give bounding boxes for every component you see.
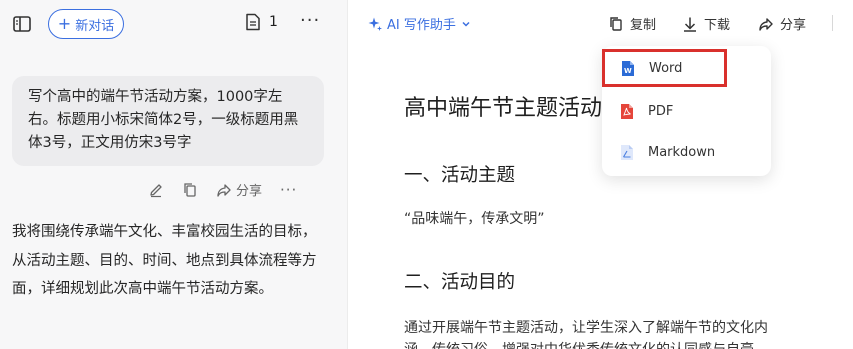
message-more-icon[interactable]: ··· [280,181,297,199]
chevron-down-icon [462,21,470,27]
section-body-1: “品味端午，传承文明” [404,211,545,227]
new-chat-label: 新对话 [75,18,115,34]
user-message-text: 写个高中的端午节活动方案，1000字左右。标题用小标宋简体2号，一级标题用黑体3… [28,89,299,151]
toolbar-divider [832,15,833,31]
document-count-button[interactable]: 1 [245,13,278,31]
menu-item-pdf[interactable]: PDF [602,91,771,131]
share-label: 分享 [780,18,807,33]
section-body-2-line-2: 涵、传统习俗，增强对中华优秀传统文化的认同感与自豪 [404,339,754,349]
menu-item-markdown-label: Markdown [648,144,716,160]
menu-item-markdown[interactable]: Markdown [602,132,771,172]
chat-sidebar: + 新对话 1 ··· 写个高中的端午节活动方案，1000字左右。标题用小标宋简… [0,0,347,349]
document-count: 1 [269,14,278,30]
download-label: 下载 [704,18,731,33]
share-message-button[interactable]: 分享 [216,180,262,199]
share-icon [217,183,231,197]
sparkle-icon [368,17,382,31]
user-message-bubble: 写个高中的端午节活动方案，1000字左右。标题用小标宋简体2号，一级标题用黑体3… [12,76,324,166]
copy-button[interactable]: 复制 [608,14,656,33]
section-heading-1: 一、活动主题 [404,165,516,186]
ai-assistant-label: AI 写作助手 [387,18,456,33]
menu-item-word[interactable]: W Word [602,49,727,87]
menu-item-word-label: Word [649,60,683,76]
more-options-icon[interactable]: ··· [300,10,320,31]
share-button[interactable]: 分享 [758,14,806,33]
copy-label: 复制 [630,18,657,33]
share-icon [759,17,773,31]
edit-button[interactable] [148,182,164,198]
ai-assistant-button[interactable]: AI 写作助手 [368,14,471,33]
share-message-label: 分享 [236,184,263,199]
plus-icon: + [57,14,72,33]
section-heading-2: 二、活动目的 [404,272,516,293]
menu-item-pdf-label: PDF [648,103,674,119]
pencil-icon [150,183,162,197]
section-body-2-line-1: 通过开展端午节主题活动，让学生深入了解端午节的文化内 [404,320,768,336]
message-actions: 分享 ··· [148,180,297,199]
document-icon [246,13,260,31]
assistant-message: 我将围绕传承端午文化、丰富校园生活的目标，从活动主题、目的、时间、地点到具体流程… [12,218,330,304]
svg-text:W: W [624,67,632,75]
copy-message-button[interactable] [182,182,198,198]
pdf-file-icon [621,103,633,119]
copy-icon [610,16,622,31]
new-chat-button[interactable]: + 新对话 [48,9,124,39]
download-button[interactable]: 下载 [682,14,730,33]
markdown-file-icon [621,144,633,160]
document-panel: AI 写作助手 复制 下载 分享 高中端午节主题活动方案 一、活动主题 “品味端… [348,0,853,349]
word-file-icon: W [622,60,634,76]
copy-icon [184,182,196,197]
assistant-message-text: 我将围绕传承端午文化、丰富校园生活的目标，从活动主题、目的、时间、地点到具体流程… [12,224,317,297]
download-icon [684,17,696,32]
download-format-menu: W Word PDF Markdown [602,46,771,176]
sidebar-toggle-icon[interactable] [12,14,32,34]
